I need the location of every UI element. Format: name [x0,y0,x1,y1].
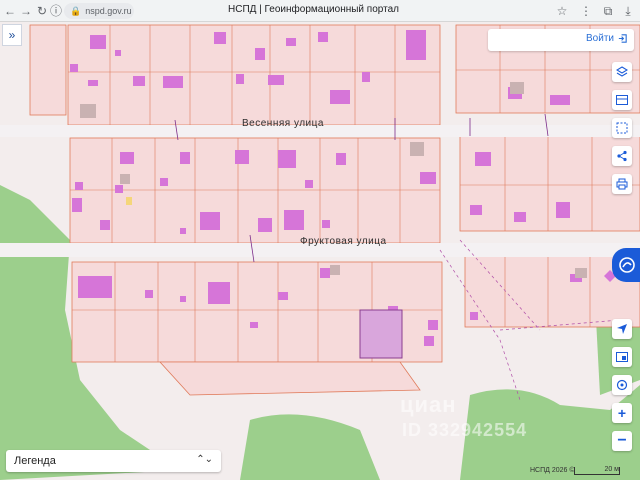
address-bar[interactable]: 🔒 nspd.gov.ru [64,3,134,19]
login-label: Войти [586,33,614,44]
url-text: nspd.gov.ru [85,6,132,16]
tag-button[interactable] [612,347,632,367]
legend-select[interactable]: Легенда ⌃⌄ [6,450,221,472]
back-icon[interactable]: ← [2,3,18,19]
share-button[interactable] [612,146,632,166]
extensions-icon[interactable]: ⧉ [600,3,616,19]
login-panel: Войти [488,29,634,51]
page-title: НСПД | Геоинформационный портал [228,4,399,15]
print-button[interactable] [612,174,632,194]
zoom-out-button[interactable]: − [612,431,632,451]
scale-bar: 20 м [574,466,620,475]
legend-label: Легенда [14,455,56,467]
forward-icon[interactable]: → [18,3,34,19]
login-icon [618,34,627,43]
card-button[interactable] [612,90,632,110]
print-icon [616,178,628,190]
selected-parcel [359,309,403,359]
watermark-id: ID 332942554 [402,420,528,440]
street-label-fruktovaya: Фруктовая улица [300,236,387,247]
ruler-button[interactable] [612,118,632,138]
browser-toolbar: ← → ↻ ⓘ 🔒 nspd.gov.ru НСПД | Геоинформац… [0,0,640,22]
bookmark-icon[interactable]: ☆ [554,3,570,19]
brand-logo-icon [619,257,635,273]
zoom-in-button[interactable]: + [612,403,632,423]
menu-icon[interactable]: ⋮ [578,3,594,19]
brand-badge[interactable] [612,248,640,282]
layers-icon [616,66,628,77]
lock-icon: 🔒 [70,5,82,16]
zoom-out-icon: − [617,432,627,449]
map-attribution: НСПД 2026 © [530,467,575,474]
layers-button[interactable] [612,62,632,82]
watermark: циан [400,392,457,417]
card-icon [616,95,628,105]
tag-icon [616,352,628,362]
zoom-in-icon: + [617,405,627,421]
ruler-icon [616,122,628,134]
double-chevron-right-icon[interactable]: » [2,24,22,46]
street-label-vesennyaya: Весенняя улица [242,118,324,129]
share-icon [617,150,627,162]
geolocation-button[interactable] [612,375,632,395]
locate-icon [617,324,627,334]
info-icon[interactable]: ⓘ [48,3,64,19]
geolocation-icon [616,379,628,391]
chevron-updown-icon: ⌃⌄ [196,454,213,465]
locate-button[interactable] [612,319,632,339]
map-canvas[interactable]: Весенняя улица Фруктовая улица циан ID 3… [0,22,640,480]
login-button[interactable]: Войти [586,33,628,44]
scale-label: 20 м [604,466,619,473]
downloads-icon[interactable]: ⤓ [620,3,636,19]
cadastral-map [0,22,640,480]
